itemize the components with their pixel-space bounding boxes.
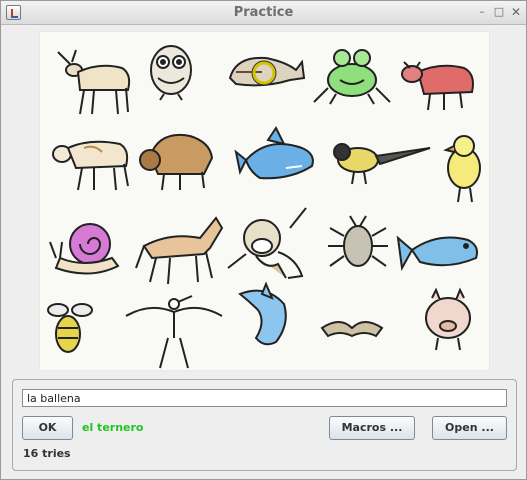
practice-window: Practice – □ ✕ la ballena OK el ternero …: [0, 0, 527, 480]
horse-drawing[interactable]: [135, 216, 224, 285]
bison-drawing[interactable]: [139, 134, 214, 191]
window-title: Practice: [233, 5, 294, 20]
frog-drawing[interactable]: [313, 49, 391, 105]
chick-drawing[interactable]: [443, 135, 481, 203]
whale-drawing[interactable]: [228, 56, 306, 87]
open-button[interactable]: Open ...: [432, 416, 507, 440]
snail-drawing[interactable]: [49, 223, 120, 275]
owl-drawing[interactable]: [150, 45, 192, 101]
bug-drawing[interactable]: [328, 215, 388, 267]
bat-drawing[interactable]: [320, 321, 384, 338]
close-icon[interactable]: ✕: [509, 4, 523, 20]
feedback-text: el ternero: [82, 421, 144, 434]
shark-drawing[interactable]: [234, 126, 314, 180]
stork-drawing[interactable]: [125, 295, 223, 369]
title-bar[interactable]: Practice – □ ✕: [1, 1, 526, 25]
calf-drawing[interactable]: [52, 140, 129, 191]
goat-drawing[interactable]: [57, 49, 131, 115]
minimize-icon[interactable]: –: [475, 4, 489, 20]
macros-button[interactable]: Macros ...: [329, 416, 415, 440]
bull-drawing[interactable]: [401, 61, 474, 111]
bee-drawing[interactable]: [47, 303, 93, 353]
dolphin-drawing[interactable]: [238, 281, 287, 346]
fish-drawing[interactable]: [396, 235, 478, 272]
monkey-drawing[interactable]: [227, 207, 307, 279]
ok-button[interactable]: OK: [22, 416, 73, 440]
answer-panel: OK el ternero Macros ... Open ... 16 tri…: [12, 379, 517, 471]
answer-input[interactable]: [22, 389, 507, 407]
maximize-icon[interactable]: □: [492, 4, 506, 20]
animal-picture[interactable]: [39, 31, 490, 371]
bird-drawing[interactable]: [333, 143, 431, 185]
pig-drawing[interactable]: [425, 287, 471, 351]
tries-counter: 16 tries: [23, 447, 71, 460]
